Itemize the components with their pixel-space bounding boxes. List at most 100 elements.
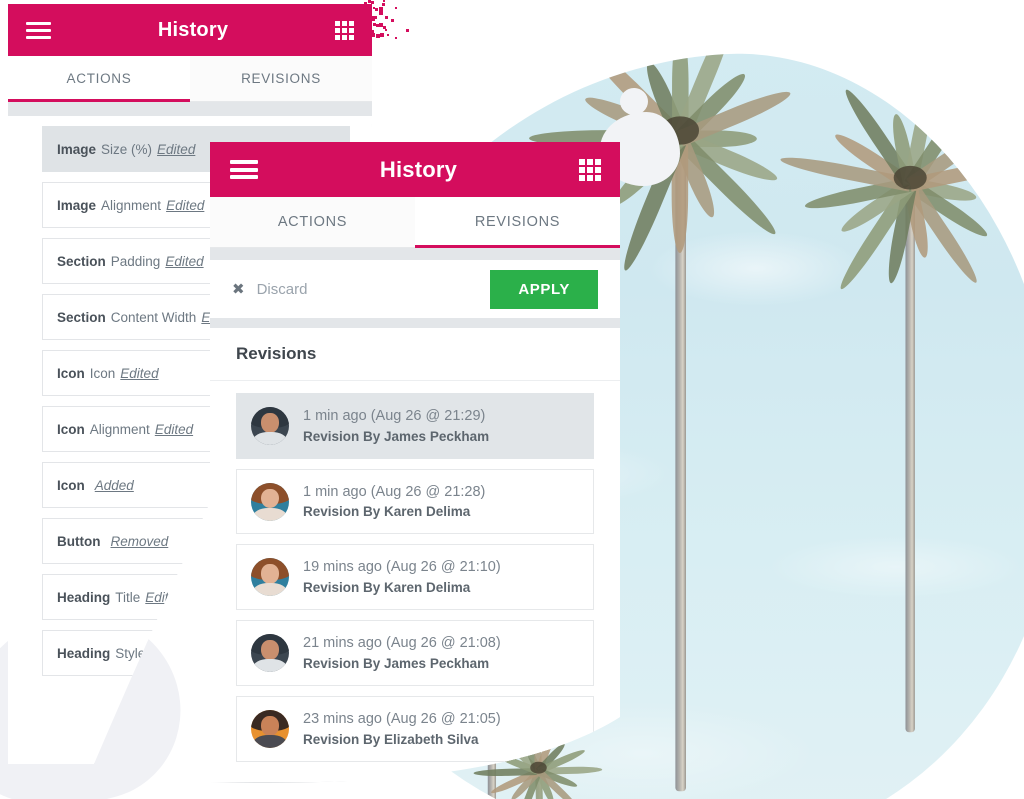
- palm-frond: [672, 27, 689, 139]
- palm-trunk: [674, 130, 686, 792]
- palm-frond: [677, 85, 794, 146]
- action-property: Title: [115, 589, 141, 605]
- palm-frond: [537, 767, 579, 790]
- apply-button[interactable]: APPLY: [490, 270, 598, 309]
- palm-frond: [831, 129, 915, 191]
- dissolve-pixel: [371, 30, 375, 33]
- revision-list-item[interactable]: 23 mins ago (Aug 26 @ 21:05) Revision By …: [236, 696, 594, 762]
- dissolve-pixel: [383, 25, 387, 29]
- palm-frond: [674, 68, 750, 145]
- action-element: Heading: [57, 589, 111, 605]
- dissolve-pixel: [368, 22, 373, 27]
- palm-frond: [674, 132, 781, 240]
- palm-fruit-cluster: [530, 761, 547, 774]
- revision-author: Revision By James Peckham: [303, 655, 490, 671]
- front-panel-title: History: [379, 156, 458, 182]
- action-property: Alignment: [89, 421, 150, 437]
- action-change: Removed: [110, 533, 169, 549]
- action-change: Edited: [120, 365, 159, 381]
- screenshot-stage: History ACTIONS REVISIONS Image Size (%) Ed…: [0, 0, 1024, 799]
- action-element: Icon: [57, 477, 85, 493]
- dissolve-pixel: [374, 8, 378, 11]
- back-panel-tabs: ACTIONS REVISIONS: [8, 56, 372, 102]
- palm-frond: [904, 78, 984, 189]
- action-change: Edited: [154, 421, 194, 437]
- dissolve-pixel: [390, 18, 394, 22]
- revision-author: Revision By Karen Delima: [303, 504, 471, 520]
- hamburger-icon[interactable]: [26, 22, 51, 39]
- palm-fruit-cluster: [893, 165, 927, 190]
- revision-list-item[interactable]: 21 mins ago (Aug 26 @ 21:08) Revision By …: [236, 620, 594, 686]
- revision-timestamp: 1 min ago (Aug 26 @ 21:29): [303, 408, 486, 424]
- revisions-section-title: Revisions: [210, 328, 620, 381]
- palm-trunk: [535, 767, 542, 799]
- dissolve-pixel: [371, 16, 375, 19]
- palm-frond: [534, 771, 544, 799]
- dissolve-pixel: [370, 33, 375, 38]
- revision-text: 1 min ago (Aug 26 @ 21:29) Revision By Ja…: [303, 406, 489, 446]
- palm-frond: [803, 177, 912, 214]
- discard-button[interactable]: ✖ Discard: [232, 281, 307, 298]
- revision-timestamp: 21 mins ago (Aug 26 @ 21:08): [303, 635, 501, 652]
- action-change: Edited: [157, 141, 196, 157]
- back-panel-header: History: [8, 4, 372, 56]
- action-property: Style: [115, 645, 146, 661]
- dissolve-pixel: [363, 19, 367, 23]
- toolbar-divider: [210, 318, 620, 328]
- avatar: [251, 483, 289, 521]
- blob-white-dot: [620, 88, 648, 115]
- action-property: Padding: [110, 253, 161, 269]
- revision-author: Revision By Karen Delima: [303, 580, 471, 596]
- palm-frond: [903, 88, 936, 187]
- close-x-icon: ✖: [232, 280, 245, 298]
- front-panel-divider: [210, 248, 620, 260]
- action-element: Heading: [57, 645, 111, 661]
- dissolve-pixel: [385, 15, 389, 19]
- avatar: [251, 558, 289, 596]
- palm-frond: [884, 183, 918, 285]
- revision-list-item[interactable]: 1 min ago (Aug 26 @ 21:28) Revision By Ka…: [236, 469, 594, 535]
- action-property: Content Width: [110, 309, 197, 325]
- tab-label: ACTIONS: [277, 214, 348, 230]
- action-change: Edited: [166, 197, 205, 213]
- revision-text: 21 mins ago (Aug 26 @ 21:08) Revision By …: [303, 633, 501, 673]
- front-tab-revisions[interactable]: REVISIONS: [415, 197, 620, 247]
- grid-apps-icon[interactable]: [579, 159, 600, 180]
- action-property: Alignment: [101, 197, 162, 213]
- grid-apps-icon[interactable]: [335, 21, 354, 40]
- dissolve-pixel: [362, 12, 365, 16]
- back-tab-actions[interactable]: ACTIONS: [8, 56, 190, 101]
- discard-label: Discard: [256, 280, 308, 298]
- action-change: Edited: [150, 645, 189, 661]
- dissolve-pixel: [365, 7, 368, 10]
- action-property: Icon: [89, 365, 116, 381]
- revision-text: 23 mins ago (Aug 26 @ 21:05) Revision By …: [303, 709, 501, 749]
- action-element: Image: [57, 141, 97, 157]
- avatar: [251, 710, 289, 748]
- dissolve-pixel: [381, 2, 385, 6]
- avatar: [251, 407, 289, 445]
- palm-frond: [840, 85, 917, 189]
- palm-frond: [904, 180, 982, 287]
- dissolve-pixel: [368, 0, 372, 4]
- back-tab-revisions[interactable]: REVISIONS: [190, 56, 372, 101]
- action-change: Added: [94, 477, 134, 493]
- dissolve-pixel: [379, 7, 384, 12]
- front-tab-actions[interactable]: ACTIONS: [210, 197, 415, 247]
- palm-frond: [508, 768, 542, 799]
- revision-list-item[interactable]: 1 min ago (Aug 26 @ 21:29) Revision By Ja…: [236, 393, 594, 459]
- revision-list-item[interactable]: 19 mins ago (Aug 26 @ 21:10) Revision By …: [236, 544, 594, 610]
- hamburger-icon[interactable]: [230, 160, 258, 179]
- revision-toolbar: ✖ Discard APPLY: [210, 260, 620, 318]
- palm-frond: [535, 769, 557, 799]
- palm-frond: [473, 767, 539, 777]
- dissolve-pixel: [373, 6, 376, 9]
- tab-label: ACTIONS: [66, 71, 132, 86]
- revision-text: 1 min ago (Aug 26 @ 21:28) Revision By Ka…: [303, 482, 485, 522]
- palm-frond: [538, 766, 603, 776]
- back-panel-title: History: [157, 18, 229, 41]
- dissolve-pixel: [406, 28, 410, 32]
- action-element: Icon: [57, 421, 85, 437]
- palm-frond: [672, 135, 721, 221]
- action-element: Icon: [57, 365, 85, 381]
